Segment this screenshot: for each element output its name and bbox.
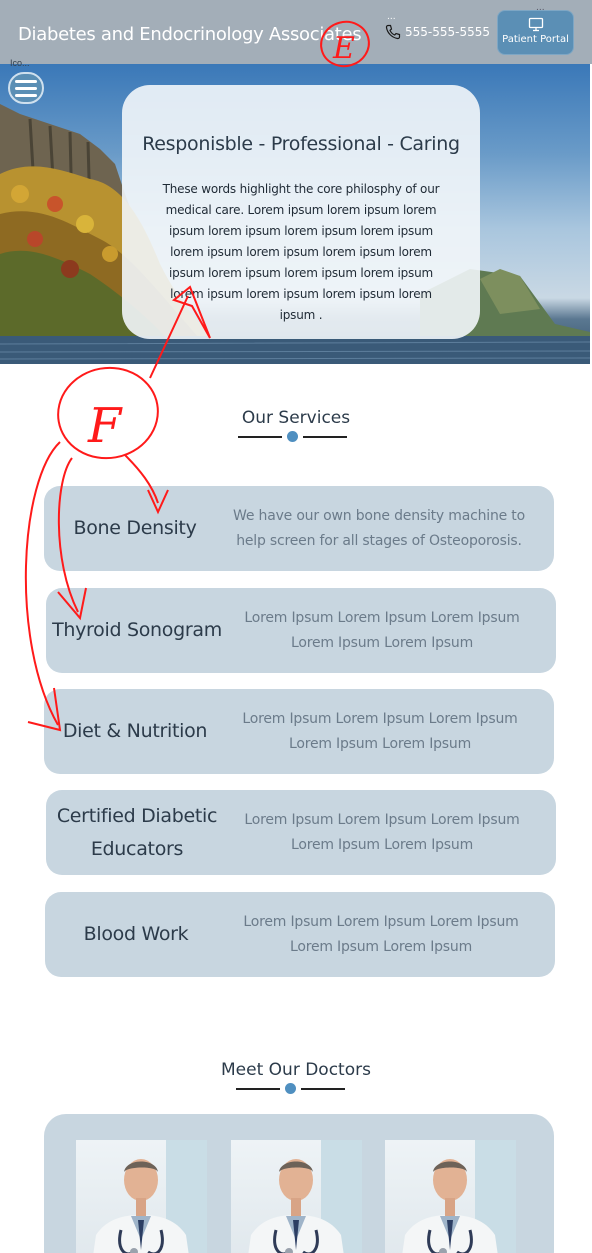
service-card[interactable]: Bone Density We have our own bone densit…: [44, 486, 554, 571]
doctors-panel: [44, 1114, 554, 1253]
menu-line-icon: [15, 79, 37, 83]
service-name: Blood Work: [83, 923, 189, 945]
hero-card: Responisble - Professional - Caring Thes…: [122, 85, 480, 339]
service-description: Lorem Ipsum Lorem Ipsum Lorem Ipsum Lore…: [242, 710, 518, 752]
phone-icon: [385, 24, 401, 40]
annotation-arrow-diet: [24, 441, 61, 726]
service-description: Lorem Ipsum Lorem Ipsum Lorem Ipsum Lore…: [243, 913, 519, 955]
service-card[interactable]: Certified Diabetic Educators Lorem Ipsum…: [46, 790, 556, 875]
service-name: Diet & Nutrition: [62, 720, 208, 742]
doctors-divider: [236, 1083, 345, 1094]
site-title[interactable]: Diabetes and Endocrinology Associates: [18, 24, 362, 45]
menu-line-icon: [15, 93, 37, 97]
hamburger-menu-button[interactable]: [8, 72, 44, 104]
doctors-title: Meet Our Doctors: [221, 1060, 371, 1080]
doctor-photo[interactable]: [76, 1140, 207, 1253]
doctor-portrait-image: [402, 1140, 516, 1253]
hero-heading: Responisble - Professional - Caring: [142, 133, 460, 155]
hero-body: These words highlight the core philosphy…: [162, 182, 440, 322]
phone-dots: ...: [387, 12, 396, 22]
portal-dots: ...: [536, 3, 545, 13]
service-name: Certified Diabetic Educators: [56, 804, 218, 860]
monitor-icon: [528, 17, 543, 32]
divider-dot-icon: [285, 1083, 296, 1094]
service-name: Thyroid Sonogram: [52, 619, 222, 641]
site-header: Diabetes and Endocrinology Associates ..…: [0, 0, 592, 64]
service-description: Lorem Ipsum Lorem Ipsum Lorem Ipsum Lore…: [244, 811, 520, 853]
doctor-portrait-image: [248, 1140, 362, 1253]
doctor-photo[interactable]: [385, 1140, 516, 1253]
services-divider: [238, 431, 347, 442]
doctor-photo[interactable]: [231, 1140, 362, 1253]
divider-dot-icon: [287, 431, 298, 442]
service-card[interactable]: Thyroid Sonogram Lorem Ipsum Lorem Ipsum…: [46, 588, 556, 673]
portal-label: Patient Portal: [502, 34, 569, 45]
menu-line-icon: [15, 86, 37, 90]
hero-banner: Responisble - Professional - Caring Thes…: [0, 64, 590, 364]
service-card[interactable]: Diet & Nutrition Lorem Ipsum Lorem Ipsum…: [44, 689, 554, 774]
service-name: Bone Density: [73, 517, 197, 539]
patient-portal-button[interactable]: ... Patient Portal: [497, 3, 574, 55]
service-description: We have our own bone density machine to …: [233, 507, 525, 549]
hero-icon-label: Ico...: [10, 58, 30, 68]
phone-link[interactable]: ... 555-555-5555: [385, 12, 491, 40]
services-title: Our Services: [241, 408, 351, 428]
phone-number: 555-555-5555: [405, 25, 491, 39]
doctor-portrait-image: [93, 1140, 207, 1253]
service-card[interactable]: Blood Work Lorem Ipsum Lorem Ipsum Lorem…: [45, 892, 555, 977]
service-description: Lorem Ipsum Lorem Ipsum Lorem Ipsum Lore…: [244, 609, 520, 651]
